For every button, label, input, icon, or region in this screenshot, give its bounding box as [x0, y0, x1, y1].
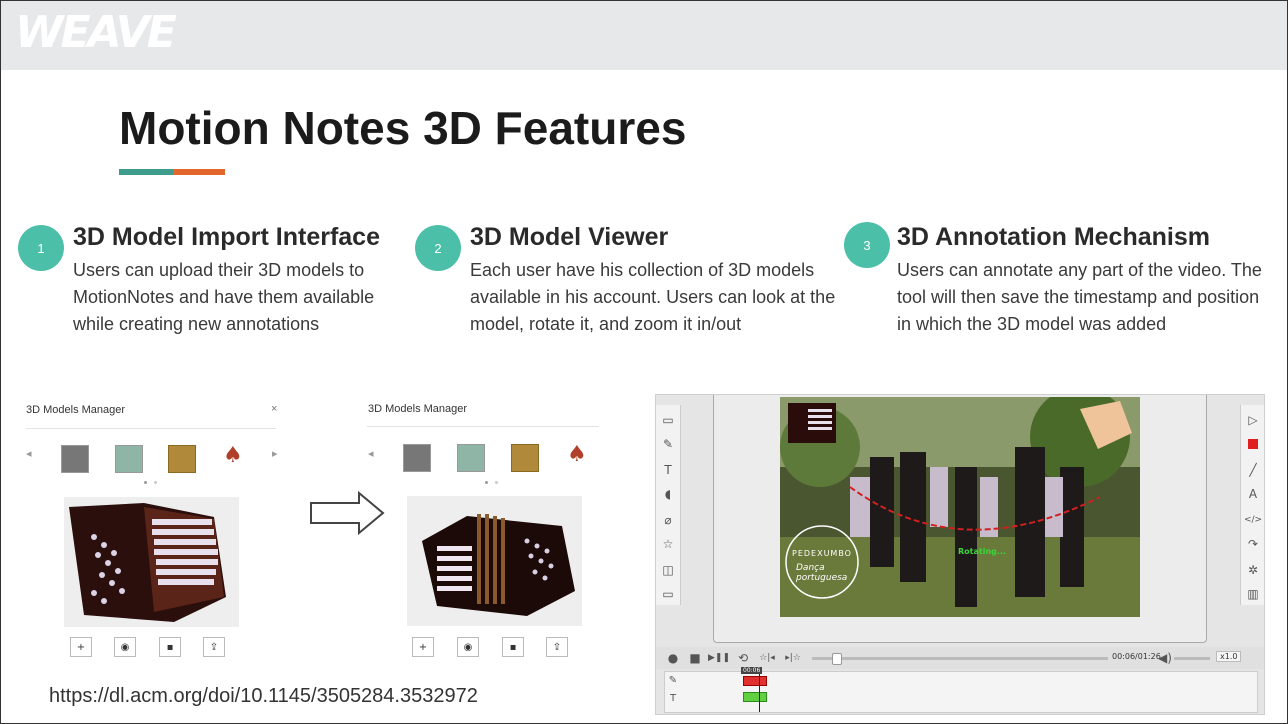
feature-heading: 3D Model Import Interface: [73, 223, 380, 251]
text-annotation-clip[interactable]: [743, 692, 767, 702]
cube-tool-icon[interactable]: ◫: [659, 561, 677, 579]
view-model-button[interactable]: ◉: [114, 637, 136, 657]
slide: WEAVE Motion Notes 3D Features 1 3D Mode…: [0, 0, 1288, 724]
time-readout: 00:06/01:26: [1112, 652, 1161, 661]
text-tool-icon[interactable]: T: [659, 461, 677, 479]
accordion-rotated-image: [422, 514, 575, 616]
pen-track-icon: ✎: [668, 674, 678, 686]
carousel-dot: [144, 481, 147, 484]
reference-url[interactable]: https://dl.acm.org/doi/10.1145/3505284.3…: [49, 685, 478, 708]
color-picker-icon[interactable]: [1244, 435, 1262, 453]
feature-description: Users can annotate any part of the video…: [897, 260, 1262, 334]
prev-annotation-button[interactable]: ☆|◂: [758, 649, 776, 667]
model-thumb-box[interactable]: [403, 444, 431, 472]
slide-title: Motion Notes 3D Features: [119, 102, 687, 154]
model-thumb-guitar[interactable]: ♠: [567, 442, 587, 467]
playhead-time: 00:06: [741, 667, 763, 674]
feature-number-badge: 2: [415, 225, 461, 271]
seek-handle[interactable]: [832, 653, 842, 665]
model-thumb-frame[interactable]: [511, 444, 539, 472]
carousel-dot: [154, 481, 157, 484]
watermark-brand: PEDEXUMBO: [792, 549, 852, 558]
player-controls: ● ■ ▶❚❚ ⟲ ☆|◂ ▸|☆ 00:06/01:26 ◀) x1.0: [656, 647, 1264, 669]
model-thumb-frame[interactable]: [168, 445, 196, 473]
feature-number-badge: 3: [844, 222, 890, 268]
right-toolbar: ▷ ╱ A </> ↷ ✲ ▥: [1240, 405, 1264, 605]
header-bar: WEAVE: [1, 1, 1287, 70]
feature-number-badge: 1: [18, 225, 64, 271]
settings-icon[interactable]: ✲: [1244, 561, 1262, 579]
view-model-button[interactable]: ◉: [457, 637, 479, 657]
carousel-prev-icon[interactable]: ◂: [26, 447, 32, 460]
feature-description: Users can upload their 3D models to Moti…: [73, 260, 375, 334]
stop-button[interactable]: ■: [686, 649, 704, 667]
model-viewer[interactable]: [407, 496, 582, 626]
video-annotation-app: ▭ ✎ T ◖ ⌀ ☆ ◫ ▭ Rotating... PEDEXUMBO Da…: [655, 394, 1265, 715]
camera-tool-icon[interactable]: ▭: [659, 585, 677, 603]
line-tool-icon[interactable]: ╱: [1244, 461, 1262, 479]
video-player[interactable]: Rotating... PEDEXUMBO Dança portuguesa: [780, 397, 1140, 617]
link-tool-icon[interactable]: ⌀: [659, 511, 677, 529]
timeline[interactable]: ✎ T 00:06: [664, 667, 1258, 713]
trash-icon[interactable]: ▥: [1244, 585, 1262, 603]
text-track-icon: T: [669, 692, 677, 704]
next-annotation-button[interactable]: ▸|☆: [784, 649, 802, 667]
playhead[interactable]: [759, 668, 760, 712]
pen-annotation-clip[interactable]: [743, 676, 767, 686]
model-thumb-painting[interactable]: [457, 444, 485, 472]
carousel-next-icon[interactable]: ▸: [272, 447, 278, 460]
left-toolbar: ▭ ✎ T ◖ ⌀ ☆ ◫ ▭: [656, 405, 681, 605]
panel-title: 3D Models Manager: [368, 403, 468, 415]
upload-model-button[interactable]: ⇪: [546, 637, 568, 657]
watermark-subtitle: Dança portuguesa: [796, 563, 848, 583]
title-underline-orange: [173, 169, 225, 175]
play-pause-button[interactable]: ▶❚❚: [708, 649, 730, 667]
close-icon[interactable]: ×: [271, 403, 277, 415]
title-underline-teal: [119, 169, 173, 175]
model-thumb-box[interactable]: [61, 445, 89, 473]
feature-heading: 3D Model Viewer: [470, 223, 669, 251]
feature-heading: 3D Annotation Mechanism: [897, 223, 1210, 251]
add-model-button[interactable]: +: [412, 637, 434, 657]
panel-title: 3D Models Manager: [26, 404, 126, 416]
model-thumb-guitar[interactable]: ♠: [223, 443, 243, 468]
dancers-video-frame: [780, 397, 1140, 617]
seek-bar[interactable]: [812, 653, 1108, 665]
divider: [26, 428, 276, 429]
pointer-tool-icon[interactable]: ▷: [1244, 411, 1262, 429]
arrow-right-icon: [310, 491, 385, 535]
delete-model-button[interactable]: ▪: [159, 637, 181, 657]
weave-logo: WEAVE: [15, 7, 177, 58]
carousel-dot: [485, 481, 488, 484]
pen-tool-icon[interactable]: ✎: [659, 435, 677, 453]
board-tool-icon[interactable]: ▭: [659, 411, 677, 429]
accordion-front-image: [69, 503, 226, 622]
font-tool-icon[interactable]: A: [1244, 485, 1262, 503]
code-tool-icon[interactable]: </>: [1244, 511, 1262, 529]
loop-button[interactable]: ⟲: [734, 649, 752, 667]
record-button[interactable]: ●: [664, 649, 682, 667]
rotating-label: Rotating...: [958, 547, 1006, 556]
volume-icon[interactable]: ◀): [1156, 649, 1174, 667]
upload-model-button[interactable]: ⇪: [203, 637, 225, 657]
model-viewer[interactable]: [64, 497, 239, 627]
feature-description: Each user have his collection of 3D mode…: [470, 260, 836, 334]
model-thumb-painting[interactable]: [115, 445, 143, 473]
star-tool-icon[interactable]: ☆: [659, 535, 677, 553]
carousel-prev-icon[interactable]: ◂: [368, 447, 374, 460]
redo-icon[interactable]: ↷: [1244, 535, 1262, 553]
delete-model-button[interactable]: ▪: [502, 637, 524, 657]
speed-select[interactable]: x1.0: [1216, 651, 1242, 662]
volume-slider[interactable]: [1174, 657, 1210, 660]
mic-tool-icon[interactable]: ◖: [659, 485, 677, 503]
divider: [367, 426, 599, 427]
carousel-dot: [495, 481, 498, 484]
add-model-button[interactable]: +: [70, 637, 92, 657]
